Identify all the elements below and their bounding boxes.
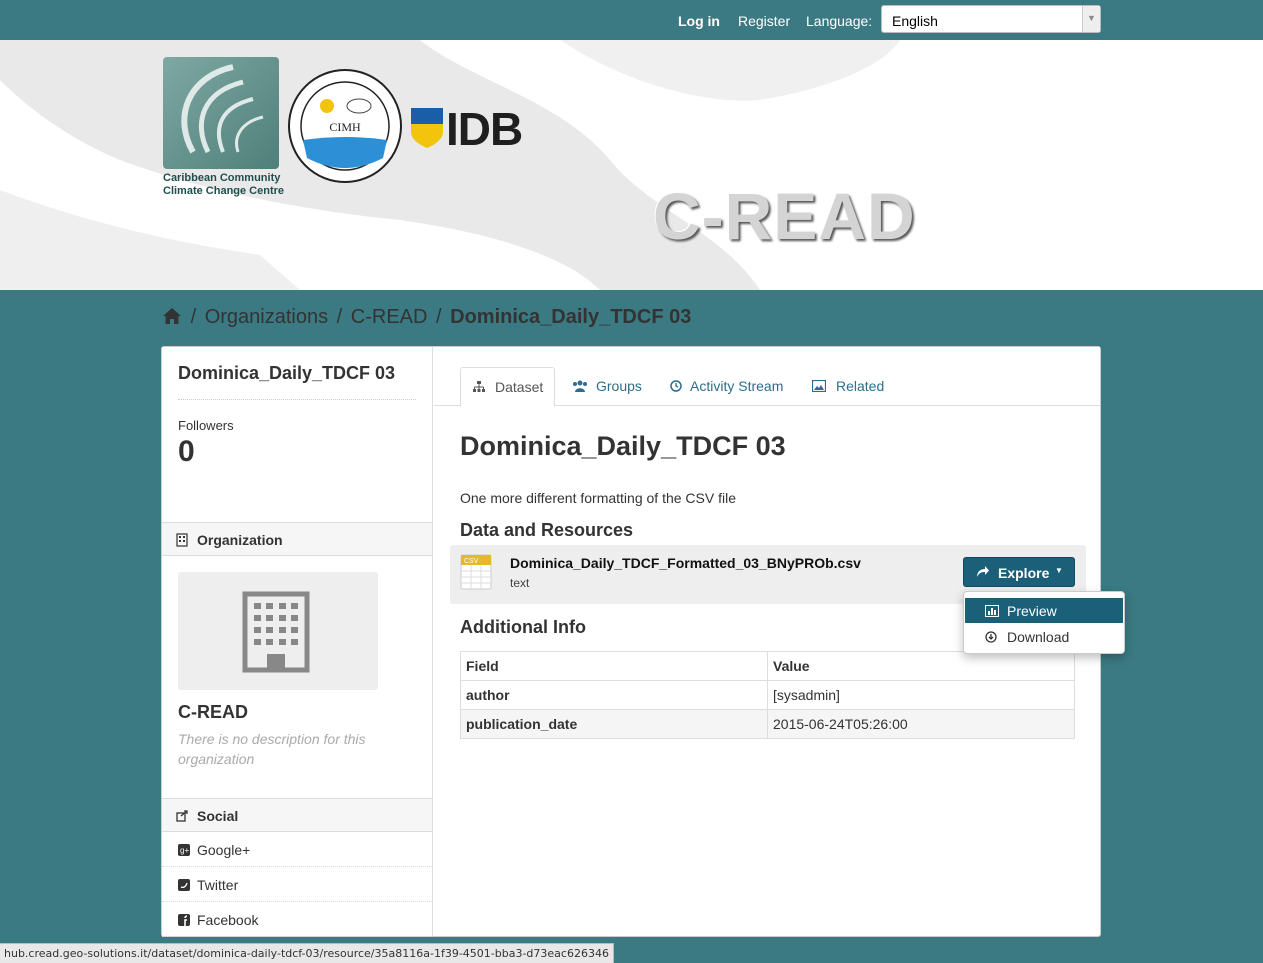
field-cell: author — [460, 680, 768, 710]
cimh-text: CIMH — [329, 120, 361, 134]
sidebar: Dominica_Daily_TDCF 03 Followers 0 Organ… — [162, 347, 433, 937]
primary-content: Dataset Groups Activity Stream Related D… — [434, 347, 1125, 936]
value-cell: 2015-06-24T05:26:00 — [767, 709, 1075, 739]
breadcrumb-separator: / — [190, 306, 197, 328]
table-row: author [sysadmin] — [460, 680, 1075, 710]
followers-count: 0 — [178, 435, 195, 468]
svg-text:g+: g+ — [180, 846, 189, 855]
ccccc-logo[interactable] — [163, 57, 279, 169]
table-header-row: Field Value — [460, 651, 1075, 681]
social-label: Twitter — [197, 877, 239, 893]
chevron-down-icon: ▼ — [1082, 6, 1100, 32]
caret-down-icon: ▼ — [1055, 566, 1063, 575]
social-item-facebook[interactable]: Facebook — [162, 902, 432, 937]
social-item-twitter[interactable]: Twitter — [162, 867, 432, 902]
breadcrumb-organizations[interactable]: Organizations — [205, 306, 328, 328]
picture-icon — [811, 379, 827, 395]
resource-name[interactable]: Dominica_Daily_TDCF_Formatted_03_BNyPROb… — [510, 555, 861, 571]
organization-description: There is no description for this organiz… — [178, 731, 366, 767]
resource-format: text — [510, 576, 530, 590]
main-wrapper: Dominica_Daily_TDCF 03 Followers 0 Organ… — [161, 346, 1125, 937]
language-value: English — [892, 13, 938, 29]
dataset-heading: Dominica_Daily_TDCF 03 — [178, 363, 396, 383]
cimh-logo[interactable]: CIMH — [287, 68, 404, 185]
breadcrumb-separator: / — [336, 306, 343, 328]
menu-item-label: Preview — [1007, 603, 1057, 619]
value-cell: [sysadmin] — [767, 680, 1075, 710]
social-label: Google+ — [197, 842, 251, 858]
clock-icon — [670, 379, 682, 395]
ccccc-logo-icon — [181, 64, 264, 154]
field-cell: publication_date — [460, 709, 768, 739]
building-icon — [242, 591, 310, 673]
ccccc-line1: Caribbean Community — [163, 172, 281, 184]
tab-related[interactable]: Related — [800, 367, 890, 406]
csv-file-icon: CSV — [460, 554, 492, 595]
bar-chart-icon — [985, 604, 999, 620]
sitemap-icon — [473, 380, 485, 396]
tab-bar: Dataset Groups Activity Stream Related — [434, 347, 1100, 407]
breadcrumb-separator: / — [436, 306, 442, 328]
table-row: publication_date 2015-06-24T05:26:00 — [460, 709, 1075, 739]
breadcrumb-org[interactable]: C-READ — [351, 306, 428, 328]
column-header: Value — [767, 651, 1075, 681]
site-title[interactable]: C-READ — [653, 178, 916, 254]
social-heading: Social — [162, 798, 432, 832]
social-item-googleplus[interactable]: g+ Google+ — [162, 832, 432, 867]
tab-label: Groups — [596, 378, 642, 394]
tab-label: Dataset — [495, 379, 544, 395]
users-icon — [572, 379, 588, 395]
menu-item-download[interactable]: Download — [965, 624, 1123, 649]
tab-label: Related — [836, 378, 885, 394]
breadcrumb-current[interactable]: Dominica_Daily_TDCF 03 — [450, 306, 691, 328]
svg-text:CSV: CSV — [464, 558, 479, 565]
twitter-icon — [178, 878, 190, 894]
divider — [178, 399, 416, 400]
tab-dataset[interactable]: Dataset — [460, 367, 555, 407]
language-label: Language: — [806, 13, 873, 29]
idb-logo-text: IDB — [446, 103, 523, 155]
additional-info-table: Field Value author [sysadmin] publicatio… — [460, 651, 1075, 739]
facebook-icon — [178, 913, 190, 929]
organization-heading-label: Organization — [197, 532, 283, 548]
menu-item-preview[interactable]: Preview — [965, 598, 1123, 623]
language-select[interactable]: English ▼ — [881, 5, 1101, 33]
resources-heading: Data and Resources — [460, 520, 634, 540]
organization-heading: Organization — [162, 522, 432, 556]
register-link[interactable]: Register — [738, 13, 790, 29]
organization-name[interactable]: C-READ — [178, 702, 248, 723]
dataset-notes: One more different formatting of the CSV… — [460, 490, 736, 506]
dataset-title: Dominica_Daily_TDCF 03 — [460, 431, 786, 461]
masthead: Caribbean Community Climate Change Centr… — [0, 40, 1263, 290]
download-icon — [985, 630, 997, 646]
explore-dropdown: Preview Download — [963, 591, 1125, 654]
column-header: Field — [460, 651, 768, 681]
breadcrumb: / Organizations / C-READ / Dominica_Dail… — [162, 306, 691, 331]
organization-image[interactable] — [178, 572, 378, 690]
login-link[interactable]: Log in — [678, 13, 720, 29]
share-icon — [176, 809, 189, 825]
status-bar-url: hub.cread.geo-solutions.it/dataset/domin… — [0, 943, 614, 963]
explore-button[interactable]: Explore ▼ — [963, 557, 1075, 587]
share-arrow-icon — [976, 565, 990, 581]
tab-groups[interactable]: Groups — [560, 367, 650, 406]
building-icon — [176, 533, 188, 550]
tab-label: Activity Stream — [690, 378, 784, 394]
explore-label: Explore — [998, 565, 1050, 581]
followers-label: Followers — [178, 418, 234, 433]
home-icon[interactable] — [162, 307, 182, 331]
ccccc-logo-text: Caribbean Community Climate Change Centr… — [163, 172, 284, 198]
tab-activity-stream[interactable]: Activity Stream — [658, 367, 788, 406]
google-plus-icon: g+ — [178, 843, 190, 859]
social-heading-label: Social — [197, 808, 239, 824]
ccccc-line2: Climate Change Centre — [163, 185, 285, 197]
social-label: Facebook — [197, 912, 259, 928]
account-bar: Log in Register Language: English ▼ — [0, 0, 1263, 40]
menu-item-label: Download — [1007, 629, 1070, 645]
additional-info-heading: Additional Info — [460, 617, 586, 637]
